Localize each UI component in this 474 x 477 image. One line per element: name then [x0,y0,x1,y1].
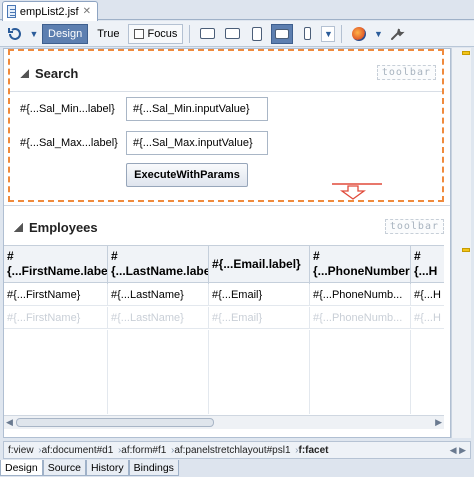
table-horizontal-scrollbar[interactable]: ◀ ▶ [4,415,444,429]
column-label: #{...Email.label} [212,257,301,271]
column-filler [108,330,209,414]
sal-max-label: #{...Sal_Max...label} [20,137,118,149]
refresh-dropdown-icon[interactable]: ▼ [29,29,39,39]
column-hash: # [414,249,421,263]
column-label: {...LastName.labe [111,264,209,278]
table-cell: #{...H [414,289,441,301]
design-toolbar: ▼ Design True Focus ▼ ▼ [0,21,474,47]
wrench-icon[interactable] [386,24,408,44]
phone-view-icon[interactable] [296,24,318,44]
tab-source[interactable]: Source [42,460,86,476]
browser-dropdown-icon[interactable]: ▼ [373,29,383,39]
tab-design[interactable]: Design [0,460,43,476]
column-filler [310,330,411,414]
table-cell: #{...LastName} [108,307,209,329]
editor-view-tabs: Design Source History Bindings [0,460,474,477]
column-header-phone[interactable]: # {...PhoneNumber [310,246,411,284]
breadcrumb-scroll-icon[interactable]: ◀ ▶ [450,445,470,456]
column-filler [4,330,108,414]
sal-min-label: #{...Sal_Min...label} [20,103,115,115]
table-cell: #{...FirstName} [4,307,108,329]
scroll-left-icon[interactable]: ◀ [6,417,13,428]
breadcrumb-item[interactable]: af:panelstretchlayout#psl1 [170,445,298,456]
editor-tab-strip: empList2.jsf ✕ [0,0,474,21]
employees-title: Employees [29,219,98,235]
scroll-right-icon[interactable]: ▶ [435,417,442,428]
close-tab-icon[interactable]: ✕ [83,6,91,17]
firefox-browser-icon[interactable] [348,24,370,44]
table-row-placeholder: #{...FirstName} #{...LastName} #{...Emai… [4,307,444,329]
employees-header[interactable]: Employees [14,217,98,237]
table-cell: #{...FirstName} [4,284,108,306]
breadcrumb-item[interactable]: f:view [4,445,41,456]
overview-marker[interactable] [462,51,470,55]
toolbar-separator [341,24,343,43]
wide-view-icon[interactable] [271,23,294,44]
table-cell: #{...LastName} [108,284,209,306]
table-header-row: # {...FirstName.labe # {...LastName.labe… [4,245,444,284]
collapse-triangle-icon[interactable] [20,68,29,78]
tablet-landscape-icon[interactable] [221,24,243,44]
column-label: {...PhoneNumber [313,264,410,278]
device-dropdown-icon[interactable]: ▼ [321,25,336,42]
column-hash: # [7,249,14,263]
collapse-triangle-icon[interactable] [14,222,23,232]
refresh-page-icon[interactable] [4,24,26,44]
table-empty-area [4,330,444,414]
breadcrumb: f:view af:document#d1 af:form#f1 af:pane… [3,441,471,459]
table-cell: #{...Email} [209,284,310,306]
tab-bindings[interactable]: Bindings [128,460,179,476]
table-cell: #{...PhoneNumb... [310,307,411,329]
editor-tab-title: empList2.jsf [19,5,79,18]
jsf-file-icon [7,5,16,18]
breadcrumb-item[interactable]: af:form#f1 [117,445,174,456]
drop-target-arrow-icon [332,183,382,200]
sal-max-input[interactable]: #{...Sal_Max.inputValue} [126,131,268,155]
column-filler [209,330,310,414]
panel-divider [4,205,450,206]
column-hash: # [111,249,118,263]
employees-panel[interactable]: Employees toolbar # {...FirstName.labe #… [4,205,450,437]
focus-icon [134,28,145,39]
table-row[interactable]: #{...FirstName} #{...LastName} #{...Emai… [4,284,444,306]
search-title: Search [35,65,79,81]
column-header-email[interactable]: #{...Email.label} [209,246,310,284]
overview-ruler[interactable] [451,48,471,438]
column-label: {...FirstName.labe [7,264,108,278]
breadcrumb-item[interactable]: af:document#d1 [38,445,121,456]
overview-marker[interactable] [462,248,470,252]
tab-history[interactable]: History [85,460,129,476]
scrollbar-thumb[interactable] [16,418,214,427]
design-canvas: Search toolbar #{...Sal_Min...label} #{.… [3,48,451,438]
breadcrumb-item-current[interactable]: f:facet [295,445,333,456]
design-mode-button[interactable]: Design [42,23,89,44]
sal-min-input[interactable]: #{...Sal_Min.inputValue} [126,97,268,121]
table-cell: #{...H [414,312,441,324]
focus-button[interactable]: Focus [128,23,184,44]
search-panel-box[interactable]: Search toolbar #{...Sal_Min...label} #{.… [8,49,444,202]
focus-label: Focus [147,27,178,40]
tablet-portrait-icon[interactable] [246,24,268,44]
column-label: {...H [414,264,438,278]
column-header-hiredate[interactable]: # {...H [411,246,444,284]
desktop-view-icon[interactable] [196,24,218,44]
column-header-lastname[interactable]: # {...LastName.labe [108,246,209,284]
search-header[interactable]: Search [20,63,78,83]
true-mode-button[interactable]: True [91,24,125,44]
table-cell: #{...PhoneNumb... [310,284,411,306]
toolbar-separator [189,24,191,43]
search-header-divider [10,91,442,92]
editor-tab[interactable]: empList2.jsf ✕ [2,1,98,21]
employees-toolbar-facet[interactable]: toolbar [384,219,444,234]
table-cell: #{...Email} [209,307,310,329]
search-toolbar-facet[interactable]: toolbar [376,65,436,80]
column-header-firstname[interactable]: # {...FirstName.labe [4,246,108,284]
column-hash: # [313,249,320,263]
execute-with-params-button[interactable]: ExecuteWithParams [126,163,248,187]
